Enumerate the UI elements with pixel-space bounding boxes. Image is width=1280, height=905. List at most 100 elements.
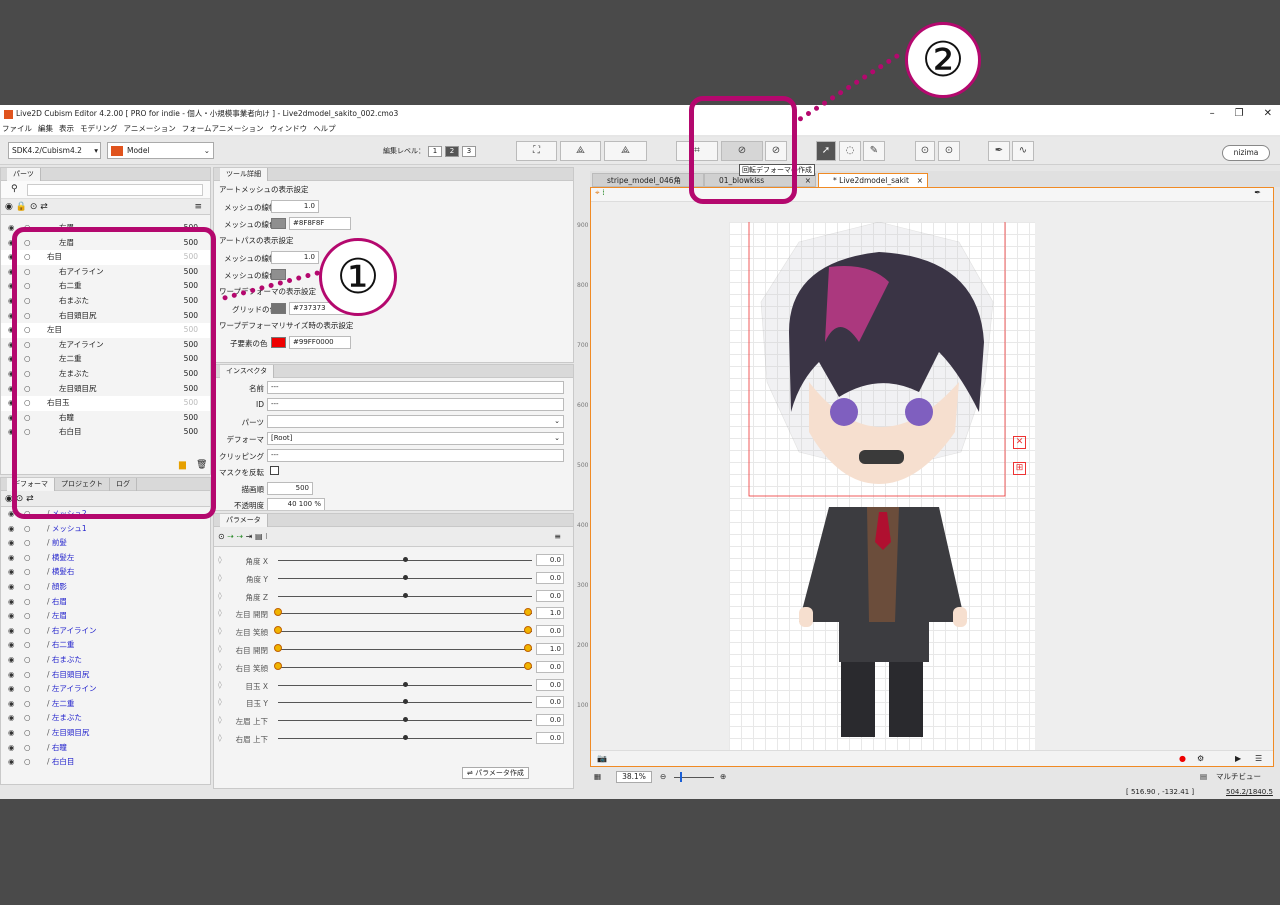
mesh-color-swatch[interactable] [271,218,286,229]
visibility-circle-icon[interactable]: ○ [24,624,31,639]
deformer-row[interactable]: ◉ ○ / 左眉 [1,609,210,624]
visibility-circle-icon[interactable]: ○ [24,653,31,668]
eye-icon[interactable]: ◉ [8,668,15,683]
visibility-circle-icon[interactable]: ○ [24,522,31,537]
parameter-value[interactable]: 1.0 [536,642,564,655]
parameter-slider[interactable] [278,613,532,615]
nizima-button[interactable]: nizima [1222,145,1270,161]
mesh-width-input[interactable]: 1.0 [271,200,319,213]
eye-icon[interactable]: ◉ [8,741,15,756]
deformer-row[interactable]: ◉ ○ / 左アイライン [1,682,210,697]
minimize-icon[interactable]: – [1210,108,1215,119]
deformer-row[interactable]: ◉ ○ / 右瞳 [1,741,210,756]
parameter-value[interactable]: 0.0 [536,571,564,584]
grid-deformer-icon[interactable]: ⊞ [1013,462,1026,475]
record-icon[interactable]: ● [1179,751,1186,767]
menu-form-animation[interactable]: フォームアニメーション [182,124,264,133]
parameter-slider[interactable] [278,666,532,668]
close-deformer-icon[interactable]: ✕ [1013,436,1026,449]
parts-search-input[interactable] [27,184,203,196]
camera-icon[interactable]: 📷 [597,754,607,763]
parameter-slider[interactable] [278,648,532,650]
visibility-circle-icon[interactable]: ○ [24,755,31,770]
key-toggle-icon[interactable]: ◊ [218,555,222,564]
table-icon[interactable]: ▤ [255,532,263,541]
deformer-row[interactable]: ◉ ○ / 左まぶた [1,711,210,726]
pen-tool-button[interactable]: ✒ [988,141,1010,161]
slider-thumb[interactable] [403,574,408,580]
parameter-row[interactable]: ◊ 右目 笑顔 0.0 [214,658,573,676]
eye-icon[interactable]: ◉ [8,653,15,668]
menu-edit[interactable]: 編集 [38,124,53,133]
name-input[interactable]: --- [267,381,564,394]
deformer-row[interactable]: ◉ ○ / 横髪左 [1,551,210,566]
parameter-row[interactable]: ◊ 角度 Z 0.0 [214,587,573,605]
keyform-icon[interactable] [524,626,532,635]
tab-parts[interactable]: パーツ [7,168,41,181]
slider-thumb[interactable] [403,681,408,687]
key-toggle-icon[interactable]: ◊ [218,680,222,689]
visibility-circle-icon[interactable]: ○ [24,551,31,566]
eye-icon[interactable]: ◉ [8,711,15,726]
menu-view[interactable]: 表示 [59,124,74,133]
list-icon[interactable]: ☰ [1255,751,1262,767]
eye-icon[interactable]: ◉ [8,536,15,551]
mesh-color-input[interactable]: #8F8F8F [289,217,351,230]
key-toggle-icon[interactable]: ◊ [218,573,222,582]
auto-mesh-button[interactable]: ⛶ [516,141,557,161]
parameter-value[interactable]: 1.0 [536,607,564,620]
keyform-icon[interactable] [524,643,532,652]
eye-icon[interactable]: ◉ [5,202,13,212]
menu-window[interactable]: ウィンドウ [270,124,308,133]
mode-select[interactable]: Model ⌄ [107,142,214,159]
key-toggle-icon[interactable]: ◊ [218,644,222,653]
eye-icon[interactable]: ◉ [8,682,15,697]
select-tool-button[interactable]: ➚ [816,141,836,161]
link-icon[interactable]: ⇢ [227,532,234,541]
lasso-tool-button[interactable]: ◌ [839,141,861,161]
edit-level-2[interactable]: 2 [445,146,459,157]
zoom-value[interactable]: 38.1% [616,771,652,783]
parameter-value[interactable]: 0.0 [536,714,564,727]
eye-icon[interactable]: ◉ [8,580,15,595]
deformer-select[interactable]: [Root] ⌄ [267,432,564,445]
visibility-circle-icon[interactable]: ○ [24,609,31,624]
settings-icon[interactable]: ⚙ [1197,751,1204,767]
tab-parameters[interactable]: パラメータ [220,514,268,527]
eye-icon[interactable]: ◉ [8,638,15,653]
parameter-row[interactable]: ◊ 目玉 Y 0.0 [214,693,573,711]
visibility-circle-icon[interactable]: ○ [24,580,31,595]
grid-toggle-icon[interactable]: ⁞ [602,188,605,197]
parameter-value[interactable]: 0.0 [536,678,564,691]
eye-icon[interactable]: ◉ [8,565,15,580]
keyform-icon[interactable] [274,643,282,652]
keyform-icon[interactable] [524,608,532,617]
deformer-row[interactable]: ◉ ○ / 前髪 [1,536,210,551]
visibility-circle-icon[interactable]: ○ [24,595,31,610]
pen-icon[interactable]: ✒ [1254,188,1261,197]
zoom-out-icon[interactable]: ⊖ [660,769,666,785]
deformer-row[interactable]: ◉ ○ / 右アイライン [1,624,210,639]
multiview-label[interactable]: マルチビュー [1216,769,1261,785]
parameter-row[interactable]: ◊ 左眉 上下 0.0 [214,711,573,729]
menu-file[interactable]: ファイル [2,124,32,133]
tab-stripe-model[interactable]: stripe_model_046角 [592,173,704,187]
deformer-row[interactable]: ◉ ○ / 右白目 [1,755,210,770]
model-canvas[interactable]: ⌖ ⁞ ✒ 900 800 700 600 500 400 300 200 100 ✕ ⊞ 📷 ● ⚙… [577,187,1274,767]
close-icon[interactable]: × [917,174,923,188]
eye-icon[interactable]: ◉ [8,595,15,610]
slider-thumb[interactable] [403,592,408,598]
keyform-icon[interactable] [274,626,282,635]
restore-icon[interactable]: ❐ [1235,108,1244,119]
id-input[interactable]: --- [267,398,564,411]
tab-inspector[interactable]: インスペクタ [220,365,275,378]
keyform-icon[interactable] [274,608,282,617]
edit-mesh-button[interactable]: ⟁ [560,141,601,161]
menu-icon[interactable]: ≡ [554,527,561,547]
visibility-circle-icon[interactable]: ○ [24,697,31,712]
child-color-swatch[interactable] [271,337,286,348]
deformer-row[interactable]: ◉ ○ / 横髪右 [1,565,210,580]
deformer-row[interactable]: ◉ ○ / 右二重 [1,638,210,653]
deformer-row[interactable]: ◉ ○ / 右眉 [1,595,210,610]
key-toggle-icon[interactable]: ◊ [218,697,222,706]
